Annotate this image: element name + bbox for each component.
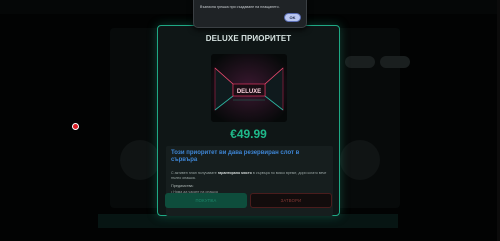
- modal-title: DELUXE ПРИОРИТЕТ: [205, 34, 292, 43]
- product-logo-text: DELUXE: [237, 89, 261, 95]
- background-footer-bar: [98, 214, 398, 228]
- cursor-icon: [73, 124, 78, 129]
- browser-alert-dialog: Възникна грешка при създаване на плащане…: [193, 0, 307, 28]
- price-label: €49.99: [230, 127, 267, 141]
- buy-button[interactable]: ПОКУПКА: [165, 193, 247, 208]
- info-description-start: С активен план получавате: [171, 171, 218, 175]
- alert-ok-button[interactable]: OK: [284, 13, 301, 22]
- background-nav-pill: [345, 56, 375, 68]
- close-button[interactable]: ЗАТВОРИ: [250, 193, 332, 208]
- info-description-highlight: гарантирано място: [217, 171, 252, 175]
- product-image: DELUXE: [211, 54, 287, 122]
- product-image-graphic: DELUXE: [211, 54, 287, 122]
- background-nav-pill: [380, 56, 410, 68]
- priority-modal: DELUXE ПРИОРИТЕТ DELUXE €49.99 Този прио…: [157, 25, 340, 216]
- background-decoration-right: [340, 140, 380, 180]
- page: DELUXE ПРИОРИТЕТ DELUXE €49.99 Този прио…: [0, 0, 500, 241]
- advantages-title: Предимства:: [171, 184, 194, 188]
- info-description: С активен план получавате гарантирано мя…: [171, 171, 329, 181]
- alert-message: Възникна грешка при създаване на плащане…: [200, 5, 280, 9]
- background-decoration-left: [120, 140, 160, 180]
- info-title: Този приоритет ви дава резервиран слот в…: [171, 150, 300, 164]
